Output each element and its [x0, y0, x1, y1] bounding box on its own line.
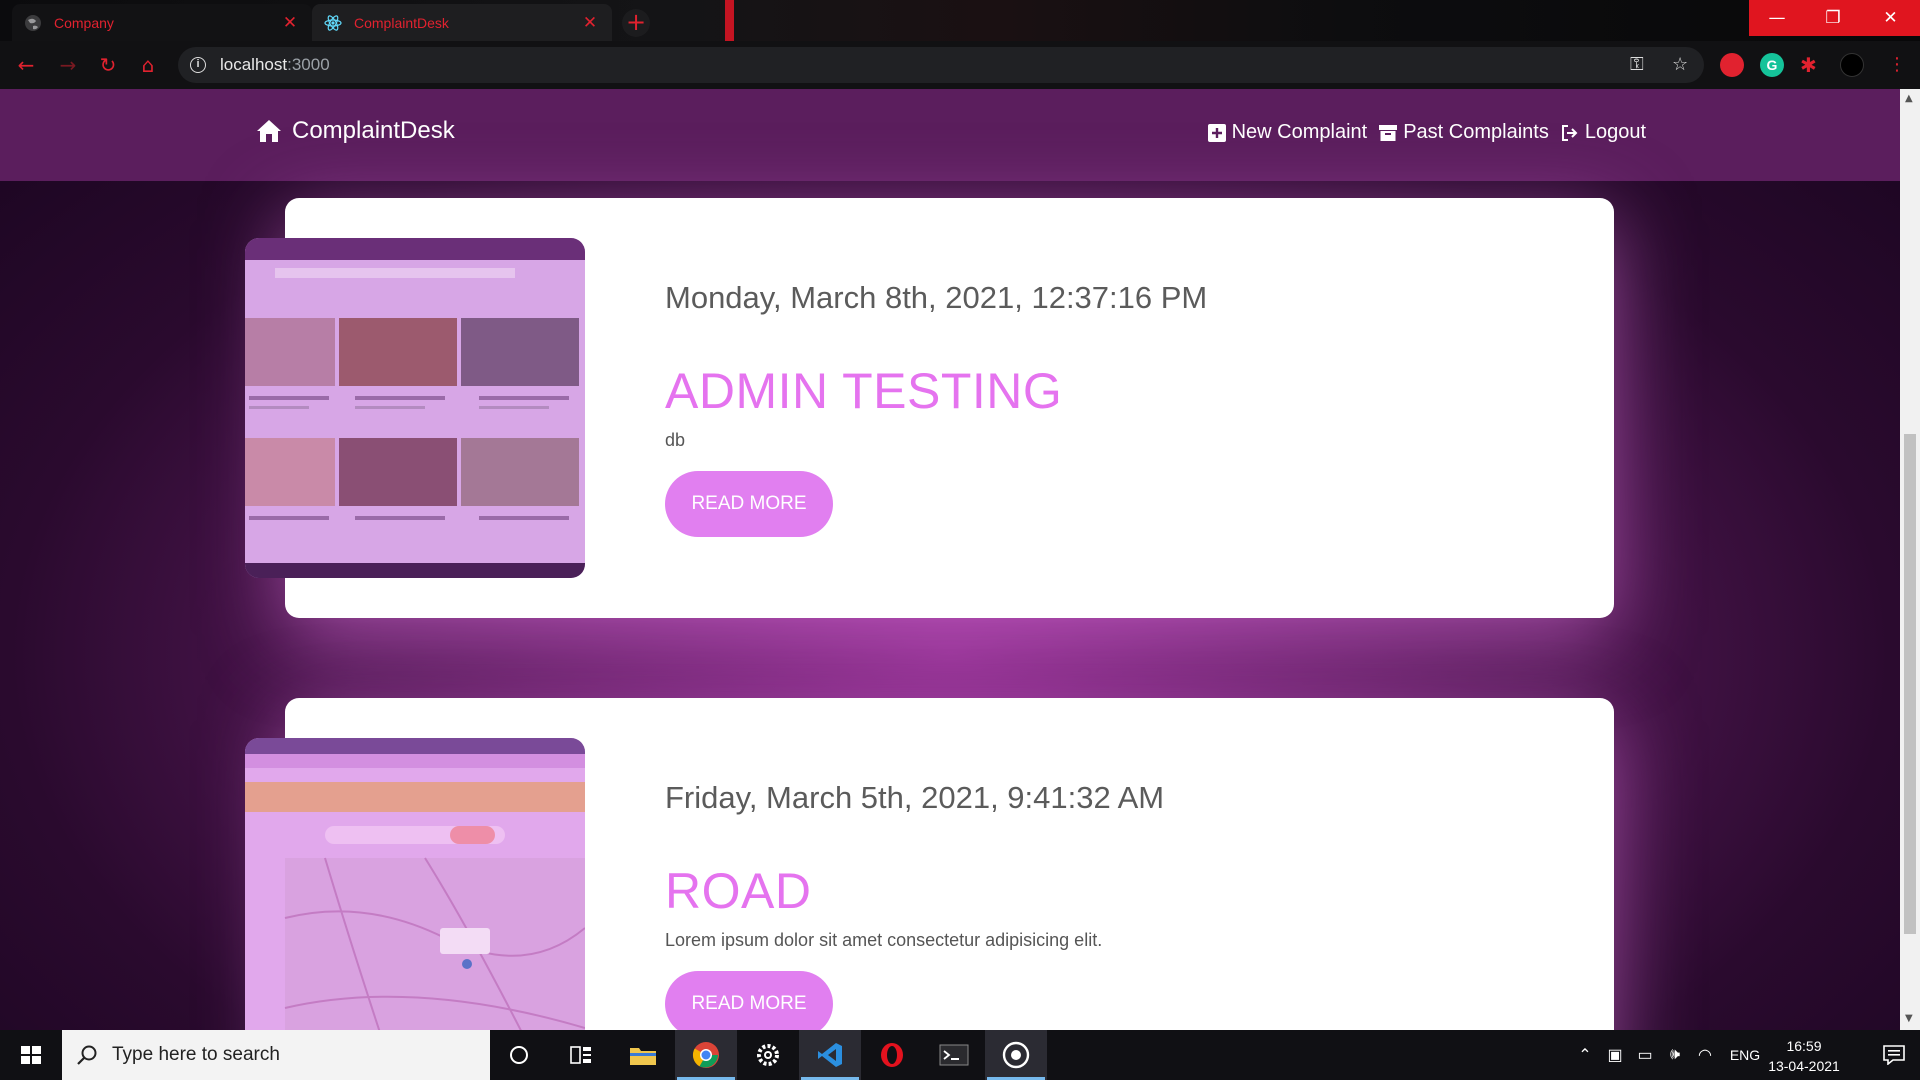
- scroll-up-icon[interactable]: ▲: [1905, 93, 1913, 104]
- house-icon: [257, 120, 281, 142]
- task-view-icon[interactable]: [550, 1030, 612, 1080]
- volume-icon[interactable]: 🕪: [1660, 1046, 1690, 1064]
- minimize-button[interactable]: —: [1749, 0, 1805, 36]
- nav-links: New Complaint Past Complaints Logout: [1196, 121, 1646, 144]
- device-icon[interactable]: ▣: [1600, 1045, 1630, 1065]
- clock-date: 13-04-2021: [1768, 1058, 1840, 1074]
- url-text: localhost:3000: [220, 55, 330, 74]
- tab-title: Company: [54, 14, 114, 31]
- clock-time: 16:59: [1786, 1038, 1822, 1054]
- card-body: Friday, March 5th, 2021, 9:41:32 AM ROAD…: [665, 780, 1164, 1030]
- vscode-icon[interactable]: [799, 1030, 861, 1080]
- extension-hand-icon[interactable]: [1720, 53, 1744, 77]
- puzzle-icon[interactable]: ✱: [1800, 53, 1824, 77]
- complaint-title: ROAD: [665, 863, 812, 919]
- scrollbar-thumb[interactable]: [1904, 434, 1916, 934]
- menu-icon[interactable]: ⋮: [1888, 54, 1906, 75]
- star-icon[interactable]: ☆: [1672, 54, 1688, 75]
- system-tray: ⌃ ▣ ▭ 🕪 ◠ ENG: [1570, 1030, 1770, 1080]
- grammarly-icon[interactable]: G: [1760, 53, 1784, 77]
- chrome-icon[interactable]: [675, 1030, 737, 1080]
- chevron-up-icon[interactable]: ⌃: [1570, 1045, 1600, 1065]
- globe-icon: [24, 14, 42, 32]
- key-icon[interactable]: ⚿: [1630, 54, 1644, 75]
- windows-logo-icon: [21, 1046, 41, 1064]
- windows-taskbar: Type here to search ⌃ ▣ ▭ 🕪 ◠ ENG 16:59 …: [0, 1030, 1920, 1080]
- nav-logout[interactable]: Logout: [1561, 121, 1646, 144]
- tab-complaintdesk[interactable]: ComplaintDesk ✕: [312, 4, 612, 41]
- complaint-date: Monday, March 8th, 2021, 12:37:16 PM: [665, 280, 1208, 315]
- obs-icon[interactable]: [985, 1030, 1047, 1080]
- logout-icon: [1561, 124, 1578, 141]
- search-icon: [77, 1045, 97, 1065]
- read-more-button[interactable]: READ MORE: [665, 471, 833, 537]
- close-window-button[interactable]: ✕: [1861, 0, 1920, 36]
- home-icon[interactable]: ⌂: [136, 53, 160, 77]
- tab-title: ComplaintDesk: [354, 14, 449, 31]
- nav-new-complaint[interactable]: New Complaint: [1207, 121, 1368, 144]
- nav-new-complaint-label: New Complaint: [1231, 121, 1368, 143]
- complaint-description: db: [665, 430, 686, 450]
- complaint-card: Monday, March 8th, 2021, 12:37:16 PM ADM…: [245, 198, 1614, 618]
- settings-gear-icon[interactable]: [737, 1030, 799, 1080]
- complaint-card: Friday, March 5th, 2021, 9:41:32 AM ROAD…: [245, 698, 1614, 1030]
- page-viewport: ComplaintDesk New Complaint Past Complai…: [0, 89, 1900, 1030]
- complaint-date: Friday, March 5th, 2021, 9:41:32 AM: [665, 780, 1165, 815]
- close-icon[interactable]: ✕: [580, 13, 600, 33]
- forward-icon[interactable]: →: [56, 53, 80, 77]
- avatar[interactable]: [1840, 53, 1864, 77]
- nav-logout-label: Logout: [1584, 121, 1646, 143]
- taskbar-clock[interactable]: 16:59 13-04-2021: [1756, 1036, 1852, 1076]
- start-button[interactable]: [0, 1030, 62, 1080]
- tab-company[interactable]: Company ✕: [12, 4, 312, 41]
- browser-tab-strip: Company ✕ ComplaintDesk ✕ + — ❐ ✕: [0, 0, 1920, 41]
- wifi-icon[interactable]: ◠: [1690, 1045, 1720, 1065]
- browser-toolbar: ← → ↻ ⌂ i localhost:3000 ⚿ ☆ G ✱ ⋮: [0, 41, 1920, 89]
- back-icon[interactable]: ←: [14, 53, 38, 77]
- plus-square-icon: [1207, 123, 1226, 142]
- reload-icon[interactable]: ↻: [96, 53, 120, 77]
- address-bar[interactable]: i localhost:3000: [178, 47, 1704, 83]
- brand-link[interactable]: ComplaintDesk: [256, 117, 455, 145]
- complaint-thumbnail: [245, 738, 585, 1030]
- archive-icon: [1379, 124, 1398, 141]
- notifications-icon[interactable]: [1868, 1030, 1920, 1080]
- file-explorer-icon[interactable]: [612, 1030, 674, 1080]
- complaint-title: ADMIN TESTING: [665, 363, 1063, 419]
- nav-past-complaints[interactable]: Past Complaints: [1379, 121, 1549, 144]
- complaint-thumbnail: [245, 238, 585, 578]
- scroll-down-icon[interactable]: ▼: [1905, 1013, 1913, 1024]
- react-icon: [324, 14, 342, 32]
- nav-past-complaints-label: Past Complaints: [1403, 121, 1549, 143]
- opera-icon[interactable]: [861, 1030, 923, 1080]
- search-placeholder: Type here to search: [112, 1044, 280, 1065]
- card-body: Monday, March 8th, 2021, 12:37:16 PM ADM…: [665, 280, 1207, 537]
- app-navbar: ComplaintDesk New Complaint Past Complai…: [0, 89, 1900, 181]
- new-tab-button[interactable]: +: [622, 9, 650, 37]
- brand-name: ComplaintDesk: [292, 117, 455, 144]
- page-scrollbar[interactable]: ▲ ▼: [1900, 89, 1920, 1030]
- complaint-description: Lorem ipsum dolor sit amet consectetur a…: [665, 930, 1103, 950]
- restore-button[interactable]: ❐: [1805, 0, 1861, 36]
- terminal-icon[interactable]: [923, 1030, 985, 1080]
- close-icon[interactable]: ✕: [280, 13, 300, 33]
- cortana-icon[interactable]: [488, 1030, 550, 1080]
- site-info-icon[interactable]: i: [190, 57, 206, 73]
- taskbar-search[interactable]: Type here to search: [62, 1030, 490, 1080]
- read-more-button[interactable]: READ MORE: [665, 971, 833, 1030]
- battery-icon[interactable]: ▭: [1630, 1045, 1660, 1065]
